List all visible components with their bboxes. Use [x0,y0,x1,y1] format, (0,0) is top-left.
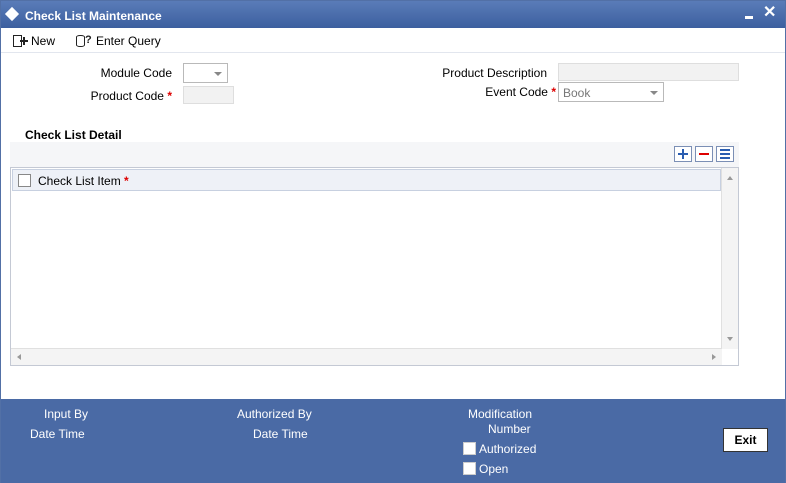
add-row-button[interactable] [674,146,692,162]
authorized-checkbox[interactable] [463,442,476,455]
event-code-label: Event Code [485,85,548,99]
authorized-checkbox-label: Authorized [479,442,537,456]
audit-footer: Input By Date Time Authorized By Date Ti… [1,399,785,483]
event-code-label-group: Event Code * [401,85,556,99]
chevron-down-icon [650,91,658,95]
required-marker: * [167,89,172,103]
open-checkbox-label: Open [479,462,509,476]
product-code-input[interactable] [183,86,234,104]
minus-icon [699,153,709,155]
close-icon[interactable]: ✕ [763,4,776,22]
new-document-icon [12,34,28,49]
authorized-by-label: Authorized By [237,407,312,421]
database-query-icon: ? [75,34,93,49]
product-code-label: Product Code [90,89,164,103]
module-code-select[interactable] [183,63,228,83]
input-by-label: Input By [44,407,89,421]
event-code-value: Book [563,86,591,100]
enter-query-label: Enter Query [96,34,161,48]
module-code-label: Module Code [100,66,172,80]
title-bar: Check List Maintenance ✕ [1,1,785,28]
toolbar: New ? Enter Query [1,28,785,53]
new-button-label: New [31,34,56,48]
scroll-up-icon[interactable] [727,176,733,180]
select-all-checkbox[interactable] [18,174,31,187]
check-list-maintenance-window: Check List Maintenance ✕ New ? Enter Que… [0,0,786,483]
product-code-label-group: Product Code * [61,89,172,103]
date-time-label: Date Time [30,427,85,441]
required-marker: * [551,85,556,99]
scroll-down-icon[interactable] [727,337,733,341]
check-list-grid: Check List Item * [10,167,739,366]
column-header-check-list-item: Check List Item * [38,174,129,188]
scroll-left-icon[interactable] [17,354,21,360]
horizontal-scrollbar[interactable] [11,348,722,365]
section-toolbar [10,142,739,167]
app-diamond-icon [4,6,20,22]
modification-label: Modification [468,407,533,421]
new-button[interactable]: New [12,32,55,50]
required-marker: * [124,174,129,188]
event-code-select[interactable]: Book [558,82,664,102]
minimize-icon[interactable] [745,16,753,19]
vertical-scrollbar[interactable] [721,168,738,349]
date-time-label: Date Time [253,427,308,441]
list-icon [720,149,730,151]
window-title: Check List Maintenance [25,9,162,23]
chevron-down-icon [214,72,222,76]
grid-header-row: Check List Item * [12,169,721,191]
enter-query-button[interactable]: ? Enter Query [75,32,161,50]
number-label: Number [488,422,531,436]
product-description-label: Product Description [442,66,547,80]
product-description-input[interactable] [558,63,739,81]
open-checkbox[interactable] [463,462,476,475]
delete-row-button[interactable] [695,146,713,162]
exit-button[interactable]: Exit [723,428,768,452]
view-details-button[interactable] [716,146,734,162]
check-list-detail-title: Check List Detail [25,128,122,142]
scroll-right-icon[interactable] [712,354,716,360]
